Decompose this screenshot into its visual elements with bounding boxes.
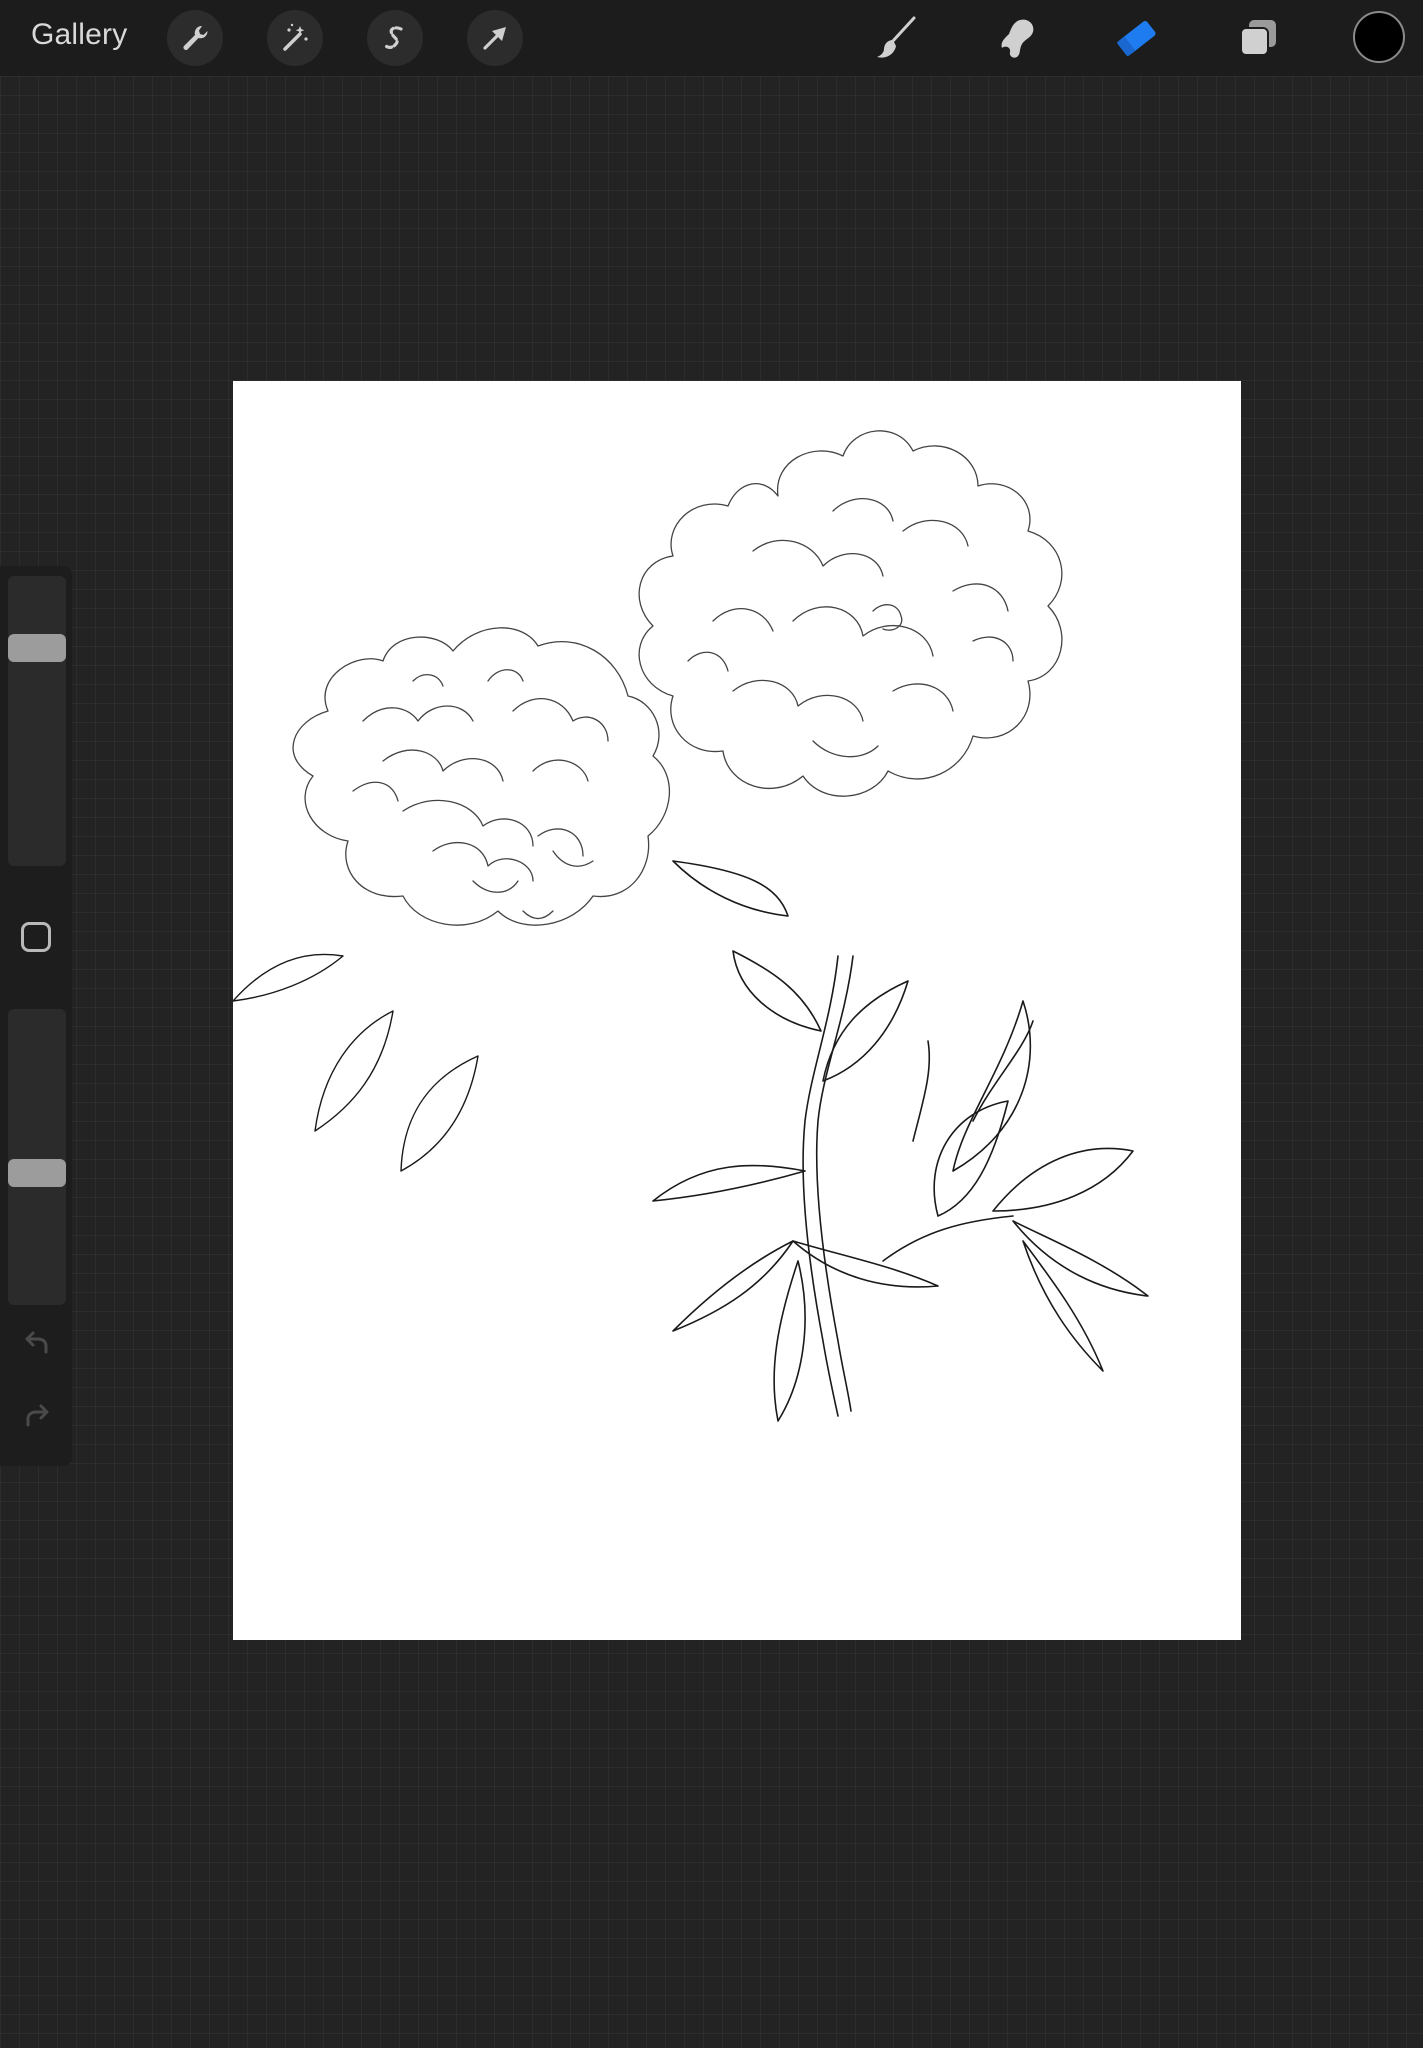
- brush-icon: [877, 16, 916, 58]
- undo-icon[interactable]: [20, 1326, 54, 1360]
- color-swatch[interactable]: [1353, 11, 1405, 63]
- opacity-slider[interactable]: [8, 1009, 66, 1305]
- gallery-button[interactable]: Gallery: [31, 18, 127, 52]
- peony-line-drawing: [233, 430, 1149, 1422]
- transform-arrow-icon: [483, 27, 506, 50]
- smudge-tool-button[interactable]: [989, 10, 1045, 66]
- opacity-handle[interactable]: [8, 1159, 66, 1187]
- brush-size-handle[interactable]: [8, 634, 66, 662]
- smudge-icon: [1001, 19, 1034, 58]
- modify-button[interactable]: [21, 922, 51, 952]
- top-toolbar: Gallery: [0, 0, 1423, 76]
- drawing-canvas[interactable]: [233, 381, 1241, 1640]
- selection-button[interactable]: [367, 10, 423, 66]
- transform-button[interactable]: [467, 10, 523, 66]
- eraser-tool-button[interactable]: [1109, 10, 1165, 66]
- adjustments-button[interactable]: [267, 10, 323, 66]
- redo-icon[interactable]: [20, 1399, 54, 1433]
- brush-size-slider[interactable]: [8, 576, 66, 866]
- eraser-icon: [1117, 21, 1156, 56]
- brush-tool-button[interactable]: [868, 10, 924, 66]
- selection-s-icon: [384, 26, 403, 49]
- layers-icon: [1240, 20, 1276, 56]
- magic-wand-icon: [283, 23, 308, 51]
- wrench-icon: [183, 25, 208, 51]
- layers-button[interactable]: [1230, 10, 1286, 66]
- actions-button[interactable]: [167, 10, 223, 66]
- left-sidebar: [0, 566, 72, 1466]
